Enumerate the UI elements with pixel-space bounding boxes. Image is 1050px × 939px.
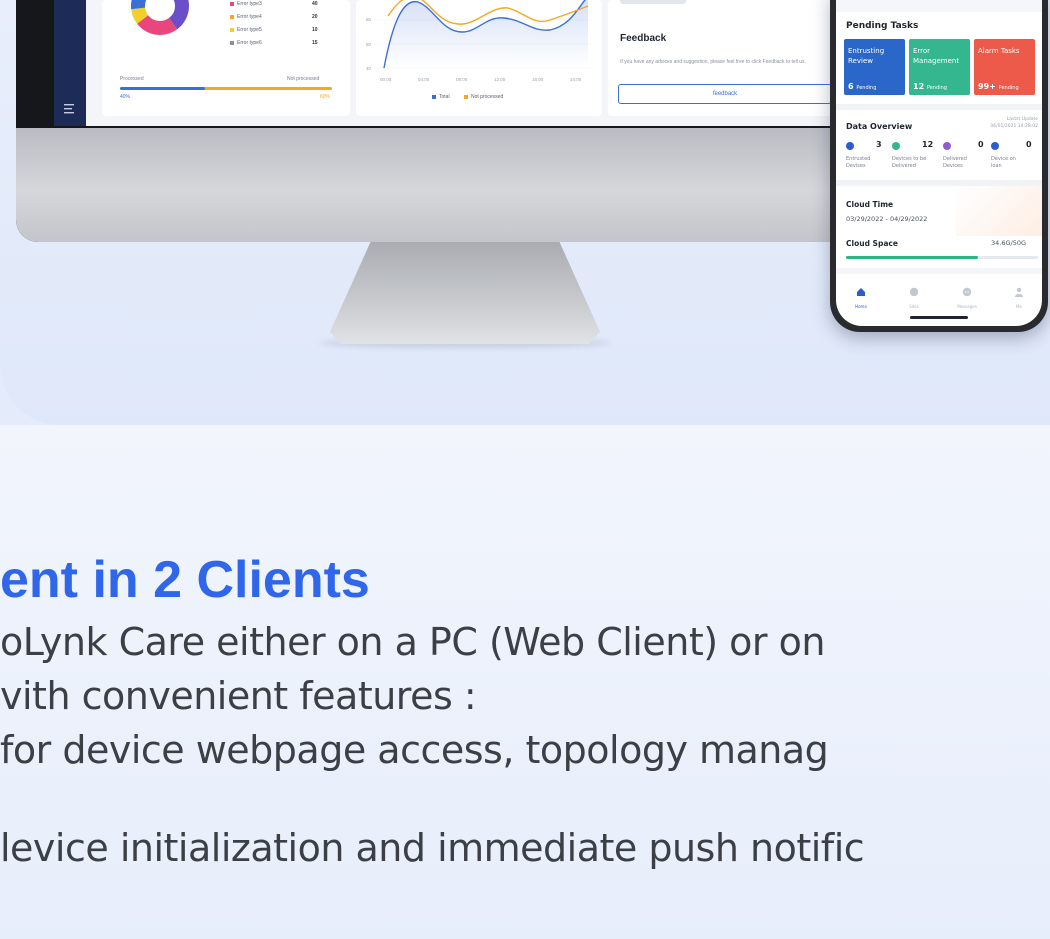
menu-icon[interactable] xyxy=(64,104,76,114)
section-divider xyxy=(836,268,1042,274)
not-processed-label: Not processed xyxy=(287,76,320,82)
y-tick: 80 xyxy=(366,17,372,22)
legend-swatch xyxy=(432,95,436,99)
x-tick: 16:00 xyxy=(532,77,544,82)
user-icon xyxy=(1015,287,1023,297)
legend-error-type5: Error type5 10 xyxy=(230,27,320,33)
x-tick: 08:00 xyxy=(456,77,468,82)
legend-error-type3: Error type3 40 xyxy=(230,1,320,7)
cloud-space-label: Cloud Space xyxy=(846,239,898,248)
nav-me[interactable]: Me xyxy=(1004,284,1034,309)
legend-error-type4: Error type4 20 xyxy=(230,14,320,20)
globe-icon xyxy=(909,287,919,297)
task-tile-error-management[interactable]: Error Management 12 Pending xyxy=(909,39,970,95)
x-tick: 24:00 xyxy=(570,77,582,82)
entrusted-icon xyxy=(846,142,854,150)
task-tile-entrusting-review[interactable]: Entrusting Review 6 Pending xyxy=(844,39,905,95)
body-text-line: levice initialization and immediate push… xyxy=(0,826,865,870)
legend-swatch xyxy=(464,95,468,99)
body-text-line: oLynk Care either on a PC (Web Client) o… xyxy=(0,620,825,664)
cloud-time-label: Cloud Time xyxy=(846,200,894,209)
cloud-space-bar xyxy=(846,256,1038,259)
nav-sites[interactable]: Sites xyxy=(899,284,929,309)
legend-not-processed: Not processed xyxy=(464,94,503,100)
trend-line-chart xyxy=(374,0,592,69)
processed-progress-bar xyxy=(120,87,332,90)
nav-home[interactable]: Home xyxy=(846,284,876,309)
overview-label: Entrusted Devises xyxy=(846,156,871,169)
overview-count: 0 xyxy=(1026,140,1032,149)
legend-swatch xyxy=(230,41,234,45)
processed-progress-fill xyxy=(120,87,205,90)
feedback-description: If you have any advices and suggestion, … xyxy=(620,59,806,65)
body-text-line: for device webpage access, topology mana… xyxy=(0,728,829,772)
last-update: Lastst Update 06/01/2021 14:28:02 xyxy=(990,117,1038,129)
series-total-area xyxy=(384,0,588,68)
overview-label: Delivered Devices xyxy=(943,156,967,169)
monitor-stand xyxy=(330,242,600,344)
cloud-decoration xyxy=(956,186,1042,236)
x-tick: 12:00 xyxy=(494,77,506,82)
cloud-space-fill xyxy=(846,256,979,259)
legend-swatch xyxy=(230,15,234,19)
monitor-chin xyxy=(16,128,896,242)
overview-count: 12 xyxy=(922,140,934,149)
processed-label: Processed xyxy=(120,76,144,82)
legend-error-type6: Error type6 15 xyxy=(230,40,320,46)
body-text-line: vith convenient features : xyxy=(0,674,477,718)
error-donut-chart xyxy=(131,0,189,35)
pending-tasks-title: Pending Tasks xyxy=(846,21,919,31)
overview-label: Device on loan xyxy=(991,156,1016,169)
processed-percent: 40% xyxy=(120,94,131,100)
x-tick: 04:00 xyxy=(418,77,430,82)
section-divider xyxy=(836,104,1042,110)
web-sidebar xyxy=(54,0,86,126)
phone-top-section xyxy=(836,0,1042,12)
monitor-screen: Error type3 40 Error type4 20 Error type… xyxy=(54,0,844,126)
home-indicator xyxy=(910,316,968,319)
task-tile-alarm-tasks[interactable]: Alarm Tasks 99+ Pending xyxy=(974,39,1035,95)
feedback-title: Feedback xyxy=(620,33,667,44)
feedback-button[interactable]: feedback xyxy=(618,84,832,104)
legend-swatch xyxy=(230,2,234,6)
section-headline: ent in 2 Clients xyxy=(0,551,370,609)
overview-count: 3 xyxy=(876,140,882,149)
legend-total: Total xyxy=(432,94,450,100)
not-processed-percent: 60% xyxy=(320,94,331,100)
y-tick: 60 xyxy=(366,42,372,47)
chat-icon xyxy=(962,287,972,297)
legend-swatch xyxy=(230,28,234,32)
nav-messages[interactable]: Messages xyxy=(952,284,982,309)
phone-screen: Pending Tasks Entrusting Review 6 Pendin… xyxy=(836,0,1042,326)
cloud-space-value: 34.6G/50G xyxy=(991,239,1027,247)
data-overview-title: Data Overview xyxy=(846,122,913,131)
delivery-icon xyxy=(892,142,900,150)
delivered-icon xyxy=(943,142,951,150)
cloud-time-value: 03/29/2022 - 04/29/2022 xyxy=(846,215,928,223)
loan-icon xyxy=(991,142,999,150)
overview-count: 0 xyxy=(978,140,984,149)
overview-label: Devices to be Delivered xyxy=(892,156,927,169)
home-icon xyxy=(857,288,865,296)
y-tick: 40 xyxy=(366,66,372,71)
x-tick: 00:00 xyxy=(380,77,392,82)
feedback-top-button[interactable] xyxy=(620,0,686,4)
